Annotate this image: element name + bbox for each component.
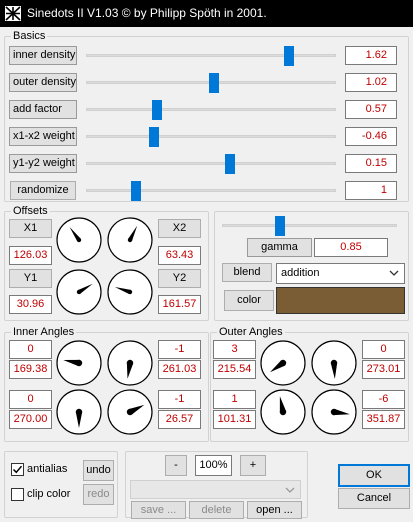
undo-button[interactable]: undo <box>83 460 114 481</box>
gamma-slider-track[interactable] <box>222 224 397 227</box>
inner-angle-4-turns[interactable]: -1 <box>158 390 201 409</box>
x1-dial[interactable] <box>55 216 103 264</box>
window-title: Sinedots II V1.03 © by Philipp Spöth in … <box>27 6 267 20</box>
x1-value[interactable]: 126.03 <box>9 246 52 265</box>
inner-angle-3-value[interactable]: 270.00 <box>9 410 52 429</box>
inner-angle-2-value[interactable]: 261.03 <box>158 360 201 379</box>
outer-angle-2-value[interactable]: 273.01 <box>362 360 405 379</box>
blend-selected: addition <box>281 267 320 279</box>
gamma-button[interactable]: gamma <box>247 238 312 257</box>
open-button[interactable]: open ... <box>247 501 302 519</box>
x1-x2-weight-slider-track[interactable] <box>86 135 336 138</box>
y1-y2-weight-button[interactable]: y1-y2 weight <box>9 154 77 173</box>
inner-angle-1-value[interactable]: 169.38 <box>9 360 52 379</box>
y1-y2-weight-slider-track[interactable] <box>86 162 336 165</box>
outer-angle-3-value[interactable]: 101.31 <box>213 410 256 429</box>
gamma-slider-thumb[interactable] <box>274 216 285 236</box>
inner-angle-1-dial[interactable] <box>55 339 103 387</box>
outer-angle-3-turns[interactable]: 1 <box>213 390 256 409</box>
y2-value[interactable]: 161.57 <box>158 295 201 314</box>
preset-select[interactable] <box>130 480 301 499</box>
offsets-label: Offsets <box>11 205 50 217</box>
basics-label: Basics <box>11 30 48 42</box>
y2-dial[interactable] <box>106 268 154 316</box>
x2-dial[interactable] <box>106 216 154 264</box>
y1-y2-weight-slider-thumb[interactable] <box>224 154 235 174</box>
x2-value[interactable]: 63.43 <box>158 246 201 265</box>
outer-density-slider-thumb[interactable] <box>208 73 219 93</box>
inner-angles-label: Inner Angles <box>11 326 77 338</box>
delete-button[interactable]: delete <box>189 501 244 519</box>
zoom-out-button[interactable]: - <box>165 455 187 476</box>
inner-density-button[interactable]: inner density <box>9 46 77 65</box>
x2-button[interactable]: X2 <box>158 219 201 238</box>
x1-button[interactable]: X1 <box>9 219 52 238</box>
randomize-slider-track[interactable] <box>86 189 336 192</box>
x1-x2-weight-value[interactable]: -0.46 <box>345 127 397 146</box>
add-factor-slider-track[interactable] <box>86 108 336 111</box>
outer-angle-1-dial[interactable] <box>259 339 307 387</box>
inner-angle-2-turns[interactable]: -1 <box>158 340 201 359</box>
antialias-checkbox[interactable] <box>11 463 24 476</box>
chevron-down-icon <box>389 270 399 276</box>
outer-angles-label: Outer Angles <box>217 326 285 338</box>
inner-angle-2-dial[interactable] <box>106 339 154 387</box>
x1-x2-weight-button[interactable]: x1-x2 weight <box>9 127 77 146</box>
blend-select[interactable]: addition <box>276 263 405 284</box>
outer-angle-4-turns[interactable]: -6 <box>362 390 405 409</box>
zoom-value[interactable]: 100% <box>195 455 232 476</box>
blend-button[interactable]: blend <box>222 263 272 282</box>
y1-button[interactable]: Y1 <box>9 269 52 288</box>
inner-angle-4-dial[interactable] <box>106 388 154 436</box>
app-icon <box>5 6 21 21</box>
inner-angle-3-dial[interactable] <box>55 388 103 436</box>
add-factor-button[interactable]: add factor <box>9 100 77 119</box>
randomize-value[interactable]: 1 <box>345 181 397 200</box>
check-icon <box>12 465 23 474</box>
outer-angle-4-value[interactable]: 351.87 <box>362 410 405 429</box>
y1-y2-weight-value[interactable]: 0.15 <box>345 154 397 173</box>
outer-angle-4-dial[interactable] <box>310 388 358 436</box>
antialias-label[interactable]: antialias <box>27 463 67 475</box>
ok-button[interactable]: OK <box>338 464 410 487</box>
outer-angle-1-value[interactable]: 215.54 <box>213 360 256 379</box>
zoom-in-button[interactable]: + <box>240 455 266 476</box>
title-bar: Sinedots II V1.03 © by Philipp Spöth in … <box>0 0 413 27</box>
redo-button[interactable]: redo <box>83 484 114 505</box>
outer-density-value[interactable]: 1.02 <box>345 73 397 92</box>
gamma-value[interactable]: 0.85 <box>314 238 388 257</box>
clip-color-checkbox[interactable] <box>11 488 24 501</box>
outer-density-button[interactable]: outer density <box>9 73 77 92</box>
y1-value[interactable]: 30.96 <box>9 295 52 314</box>
y1-dial[interactable] <box>55 268 103 316</box>
inner-density-slider-track[interactable] <box>86 54 336 57</box>
clip-color-label[interactable]: clip color <box>27 488 70 500</box>
x1-x2-weight-slider-thumb[interactable] <box>148 127 159 147</box>
add-factor-value[interactable]: 0.57 <box>345 100 397 119</box>
inner-angle-1-turns[interactable]: 0 <box>9 340 52 359</box>
outer-angle-2-dial[interactable] <box>310 339 358 387</box>
outer-angle-1-turns[interactable]: 3 <box>213 340 256 359</box>
inner-angle-3-turns[interactable]: 0 <box>9 390 52 409</box>
randomize-slider-thumb[interactable] <box>131 181 141 201</box>
color-swatch[interactable] <box>276 287 405 314</box>
color-button[interactable]: color <box>224 290 274 311</box>
cancel-button[interactable]: Cancel <box>338 488 410 509</box>
chevron-down-icon <box>285 487 295 493</box>
outer-angle-2-turns[interactable]: 0 <box>362 340 405 359</box>
y2-button[interactable]: Y2 <box>158 269 201 288</box>
inner-angle-4-value[interactable]: 26.57 <box>158 410 201 429</box>
outer-angle-3-dial[interactable] <box>259 388 307 436</box>
randomize-button[interactable]: randomize <box>10 181 76 200</box>
add-factor-slider-thumb[interactable] <box>152 100 163 120</box>
inner-density-value[interactable]: 1.62 <box>345 46 397 65</box>
save-button[interactable]: save ... <box>131 501 186 519</box>
inner-density-slider-thumb[interactable] <box>283 46 294 66</box>
